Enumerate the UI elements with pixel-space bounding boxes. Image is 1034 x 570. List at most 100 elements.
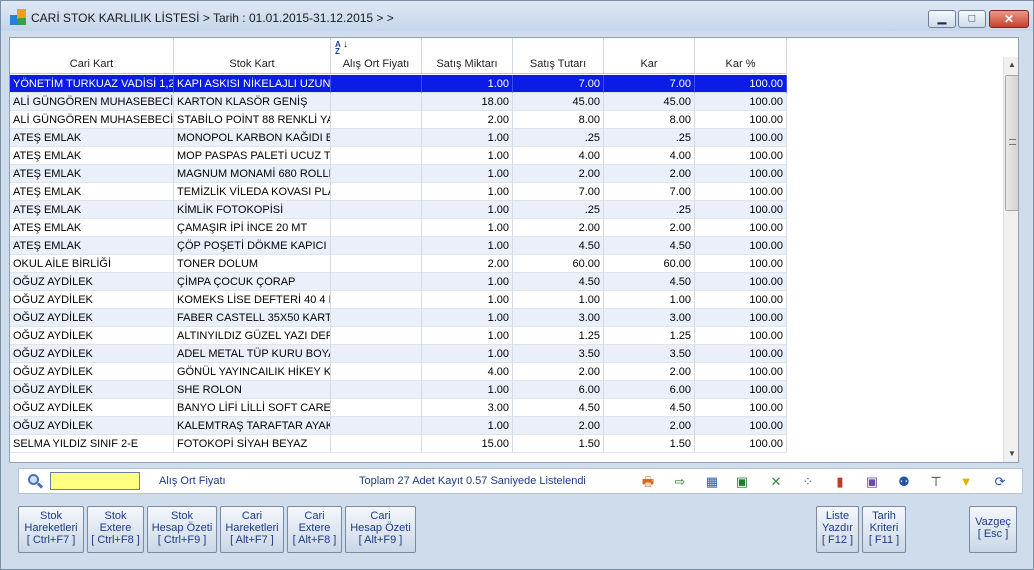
kar-cell: 45.00	[604, 93, 695, 111]
table-row[interactable]: OĞUZ AYDİLEKKOMEKS LİSE DEFTERİ 40 4 KAR…	[10, 291, 787, 309]
table-row[interactable]: ALİ GÜNGÖREN MUHASEBECİ O: STABİLO POİNT …	[10, 111, 787, 129]
search-icon[interactable]	[28, 474, 44, 490]
satis-tutari-cell: 4.50	[513, 273, 604, 291]
data-grid[interactable]: Cari Kart Stok Kart A Z ↓ Alış Ort Fiyatı Satı…	[9, 37, 1019, 463]
chart-link-icon[interactable]: ✕	[767, 473, 785, 491]
cari-kart-cell: OKUL AİLE BİRLİĞİ	[10, 255, 174, 273]
grid-export-icon[interactable]: ▦	[703, 473, 721, 491]
table-row[interactable]: OĞUZ AYDİLEKADEL METAL TÜP KURU BOYA KA 1…	[10, 345, 787, 363]
satis-miktari-cell: 1.00	[422, 75, 513, 93]
table-row[interactable]: ATEŞ EMLAKTEMİZLİK VİLEDA KOVASI PLANE 1.…	[10, 183, 787, 201]
table-row[interactable]: SELMA YILDIZ SINIF 2-E FOTOKOPİ SİYAH BEY…	[10, 435, 787, 453]
cari-kart-cell: ATEŞ EMLAK	[10, 147, 174, 165]
users-icon[interactable]: ⚉	[895, 473, 913, 491]
export-icon[interactable]: ⇨	[671, 473, 689, 491]
table-row[interactable]: OKUL AİLE BİRLİĞİ TONER DOLUM 2.00 60.00 60.…	[10, 255, 787, 273]
satis-tutari-cell: 4.50	[513, 237, 604, 255]
kar-cell: 3.50	[604, 345, 695, 363]
col-alis-ort-fiyati-header[interactable]: A Z ↓ Alış Ort Fiyatı	[331, 38, 422, 74]
button-label: Stok	[170, 510, 193, 522]
tarih-kriteri-button[interactable]: Tarih Kriteri [ F11 ]	[862, 506, 906, 553]
stok-kart-cell: KALEMTRAŞ TARAFTAR AYAKKA	[174, 417, 331, 435]
image-icon[interactable]: ▣	[863, 473, 881, 491]
button-label: Vazgeç	[975, 516, 1011, 528]
sort-descending-icon: A Z ↓	[335, 39, 348, 56]
kar-cell: 4.50	[604, 273, 695, 291]
alis-ort-fiyati-cell	[331, 183, 422, 201]
status-text: Toplam 27 Adet Kayıt 0.57 Saniyede Liste…	[359, 475, 586, 487]
close-button[interactable]: ✕	[989, 10, 1029, 28]
button-label: Extere	[99, 522, 132, 534]
table-row[interactable]: OĞUZ AYDİLEK GÖNÜL YAYINCAILIK HİKEY KİTA…	[10, 363, 787, 381]
table-row[interactable]: ATEŞ EMLAK MOP PASPAS PALETİ UCUZ TEL 1.00…	[10, 147, 787, 165]
grid-header: Cari Kart Stok Kart A Z ↓ Alış Ort Fiyatı Satı…	[10, 38, 990, 74]
column-header-label: Alış Ort Fiyatı	[342, 58, 410, 70]
col-stok-kart-header[interactable]: Stok Kart	[174, 38, 331, 74]
cari-kart-cell: ALİ GÜNGÖREN MUHASEBECİ O:	[10, 93, 174, 111]
button-label: Extere	[298, 522, 331, 534]
tree-icon[interactable]: ⁘	[799, 473, 817, 491]
stok-kart-cell: MOP PASPAS PALETİ UCUZ TEL	[174, 147, 331, 165]
table-row[interactable]: ALİ GÜNGÖREN MUHASEBECİ O: KARTON KLASÖR …	[10, 93, 787, 111]
table-row[interactable]: ATEŞ EMLAKMONOPOL KARBON KAĞIDI BEYA 1.00…	[10, 129, 787, 147]
kar-cell: 4.00	[604, 147, 695, 165]
bar-chart-icon[interactable]: ▮	[831, 473, 849, 491]
kar-cell: 6.00	[604, 381, 695, 399]
search-field-label: Alış Ort Fiyatı	[159, 475, 226, 487]
scroll-up-icon[interactable]: ▲	[1004, 57, 1018, 73]
col-satis-miktari-header[interactable]: Satış Miktarı	[422, 38, 513, 74]
cari-kart-cell: ATEŞ EMLAK	[10, 237, 174, 255]
vertical-scrollbar[interactable]: ▲ ▼	[1003, 57, 1018, 462]
table-row[interactable]: OĞUZ AYDİLEK SHE ROLON 1.00 6.00 6.00 100.00	[10, 381, 787, 399]
button-shortcut: [ F12 ]	[821, 534, 854, 546]
refresh-icon[interactable]: ⟳	[991, 473, 1009, 491]
stok-hesap-ozeti-button[interactable]: Stok Hesap Özeti [ Ctrl+F9 ]	[147, 506, 217, 553]
table-row[interactable]: OĞUZ AYDİLEK FABER CASTELL 35X50 KARTON 1.…	[10, 309, 787, 327]
satis-tutari-cell: .25	[513, 201, 604, 219]
column-header-label: Kar %	[725, 58, 756, 70]
column-header-label: Cari Kart	[69, 58, 114, 70]
printer-icon[interactable]: 🖶	[639, 473, 657, 491]
satis-miktari-cell: 1.00	[422, 147, 513, 165]
table-row[interactable]: OĞUZ AYDİLEK BANYO LİFİ LİLLİ SOFT CARELİ…	[10, 399, 787, 417]
liste-yazdir-button[interactable]: Liste Yazdır [ F12 ]	[816, 506, 859, 553]
table-row[interactable]: ATEŞ EMLAK ÇAMAŞIR İPİ İNCE 20 MT 1.00 2.00…	[10, 219, 787, 237]
excel-icon[interactable]: ▣	[733, 473, 751, 491]
table-row[interactable]: OĞUZ AYDİLEK KALEMTRAŞ TARAFTAR AYAKKA 1.0…	[10, 417, 787, 435]
maximize-button[interactable]: □	[958, 10, 986, 28]
minimize-button[interactable]: ▁	[928, 10, 956, 28]
title-bar[interactable]: CARİ STOK KARLILIK LİSTESİ > Tarih : 01.…	[1, 1, 1033, 31]
kar-yuzde-cell: 100.00	[695, 111, 787, 129]
table-row[interactable]: ATEŞ EMLAK MAGNUM MONAMİ 680 ROLLER 1.00 2.…	[10, 165, 787, 183]
col-kar-yuzde-header[interactable]: Kar %	[695, 38, 787, 74]
vazgec-button[interactable]: Vazgeç [ Esc ]	[969, 506, 1017, 553]
button-label: Cari	[370, 510, 391, 522]
alis-ort-fiyati-cell	[331, 75, 422, 93]
scrollbar-thumb[interactable]	[1005, 75, 1018, 211]
col-cari-kart-header[interactable]: Cari Kart	[10, 38, 174, 74]
cari-hesap-ozeti-button[interactable]: Cari Hesap Özeti [ Alt+F9 ]	[345, 506, 416, 553]
scroll-down-icon[interactable]: ▼	[1004, 446, 1018, 462]
table-row[interactable]: OĞUZ AYDİLEK ÇİMPA ÇOCUK ÇORAP 1.00 4.50 4.5…	[10, 273, 787, 291]
table-row[interactable]: ATEŞ EMLAK KİMLİK FOTOKOPİSİ 1.00.25.25 100…	[10, 201, 787, 219]
table-row[interactable]: OĞUZ AYDİLEK ALTINYILDIZ GÜZEL YAZI DEFTE…	[10, 327, 787, 345]
cari-extere-button[interactable]: Cari Extere [ Alt+F8 ]	[287, 506, 342, 553]
table-row[interactable]: YÖNETİM TURKUAZ VADİSİ 1,2, KAPI ASKISI N…	[10, 75, 787, 93]
filter-icon[interactable]: ▼	[957, 473, 975, 491]
kar-yuzde-cell: 100.00	[695, 183, 787, 201]
search-input[interactable]	[50, 472, 140, 490]
stok-hareketleri-button[interactable]: Stok Hareketleri [ Ctrl+F7 ]	[18, 506, 84, 553]
satis-miktari-cell: 1.00	[422, 201, 513, 219]
stok-extere-button[interactable]: Stok Extere [ Ctrl+F8 ]	[87, 506, 144, 553]
col-satis-tutari-header[interactable]: Satış Tutarı	[513, 38, 604, 74]
satis-tutari-cell: 4.50	[513, 399, 604, 417]
button-shortcut: [ Ctrl+F7 ]	[26, 534, 76, 546]
table-row[interactable]: ATEŞ EMLAKÇÖP POŞETİ DÖKME KAPICI 80X 1.0…	[10, 237, 787, 255]
cari-hareketleri-button[interactable]: Cari Hareketleri [ Alt+F7 ]	[220, 506, 284, 553]
stok-kart-cell: ADEL METAL TÜP KURU BOYA KA	[174, 345, 331, 363]
pin-icon[interactable]: ⊤	[927, 473, 945, 491]
col-kar-header[interactable]: Kar	[604, 38, 695, 74]
maximize-icon: □	[968, 12, 976, 25]
kar-cell: .25	[604, 129, 695, 147]
satis-tutari-cell: 6.00	[513, 381, 604, 399]
